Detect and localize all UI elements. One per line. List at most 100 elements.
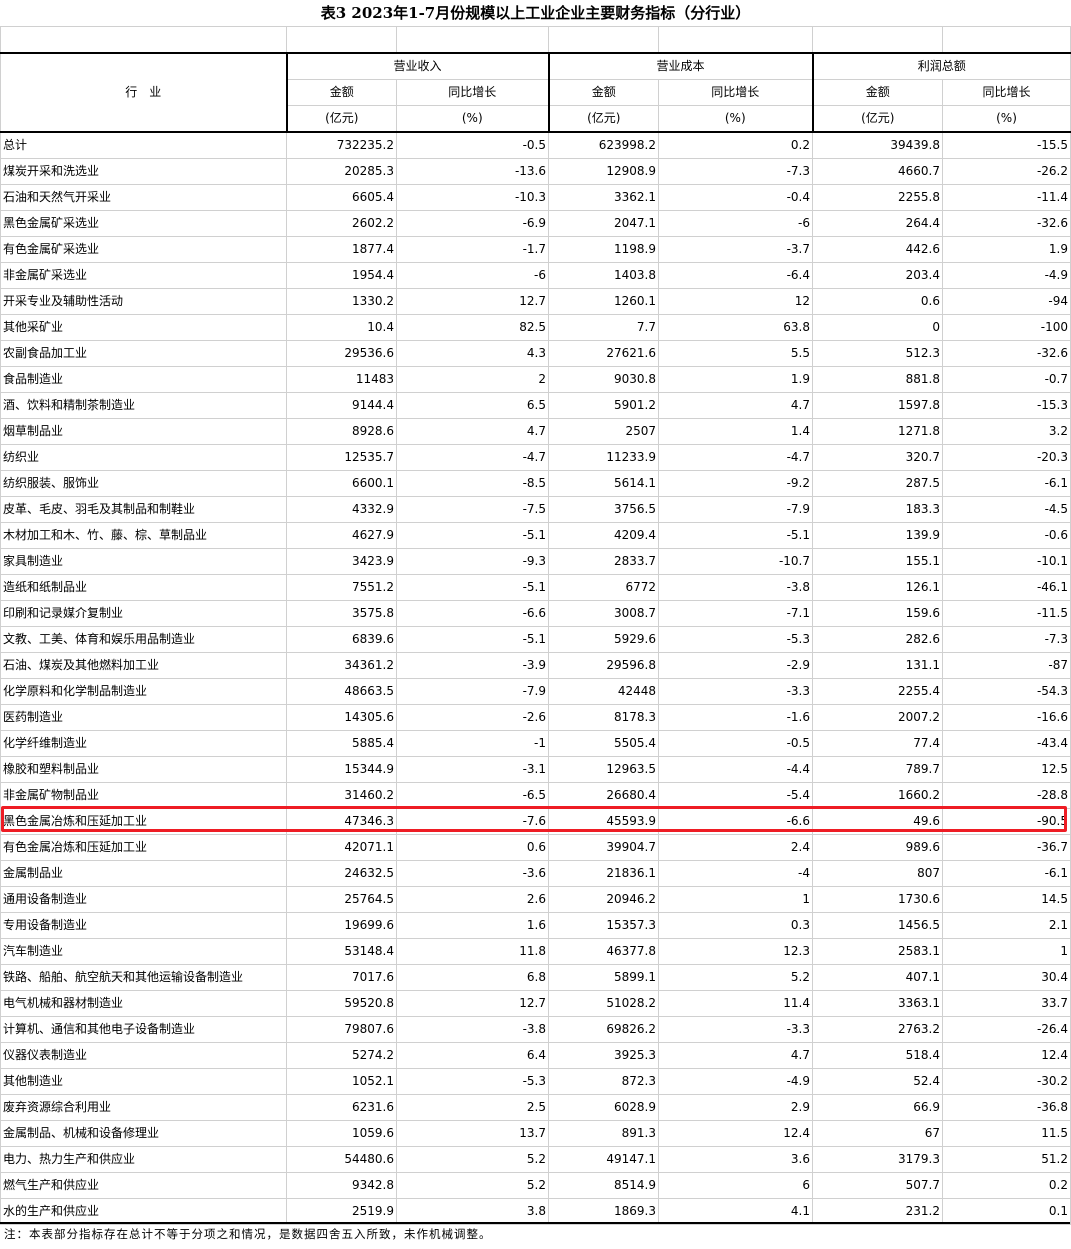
table-row: 金属制品、机械和设备修理业 1059.6 13.7 891.3 12.4 67 11.5: [0, 1120, 1071, 1147]
cost-growth: 12.4: [658, 1120, 813, 1147]
table-row: 文教、工美、体育和娱乐用品制造业 6839.6 -5.1 5929.6 -5.3 282.…: [0, 626, 1071, 653]
industry-name: 总计: [0, 131, 287, 159]
table-row: 酒、饮料和精制茶制造业 9144.4 6.5 5901.2 4.7 1597.8 -15.3: [0, 392, 1071, 419]
revenue-amount: 1330.2: [286, 288, 397, 315]
cost-growth: -3.3: [658, 678, 813, 705]
profit-amount: 39439.8: [812, 131, 943, 159]
revenue-amount: 6231.6: [286, 1094, 397, 1121]
profit-amount: 52.4: [812, 1068, 943, 1095]
cost-growth: 2.9: [658, 1094, 813, 1121]
table-row: 通用设备制造业 25764.5 2.6 20946.2 1 1730.6 14.5: [0, 886, 1071, 913]
revenue-growth: 4.3: [396, 340, 549, 367]
profit-growth: -90.5: [942, 808, 1071, 835]
profit-growth: 11.5: [942, 1120, 1071, 1147]
cost-amount: 45593.9: [548, 808, 659, 835]
cost-amount: 9030.8: [548, 366, 659, 393]
revenue-amount: 79807.6: [286, 1016, 397, 1043]
table-row: 食品制造业 11483 2 9030.8 1.9 881.8 -0.7: [0, 366, 1071, 393]
profit-amount: 507.7: [812, 1172, 943, 1199]
profit-growth: -16.6: [942, 704, 1071, 731]
profit-amount: 131.1: [812, 652, 943, 679]
cost-growth: 11.4: [658, 990, 813, 1017]
table-row: 废弃资源综合利用业 6231.6 2.5 6028.9 2.9 66.9 -36.8: [0, 1094, 1071, 1121]
profit-amount: 139.9: [812, 522, 943, 549]
revenue-growth: -3.1: [396, 756, 549, 783]
profit-amount: 881.8: [812, 366, 943, 393]
cost-amount: 6772: [548, 574, 659, 601]
profit-growth: -32.6: [942, 340, 1071, 367]
industry-name: 仪器仪表制造业: [0, 1042, 287, 1069]
revenue-amount: 1877.4: [286, 236, 397, 263]
profit-growth: 51.2: [942, 1146, 1071, 1173]
revenue-growth: -5.1: [396, 522, 549, 549]
profit-amount: 2255.8: [812, 184, 943, 211]
table-row: 纺织业 12535.7 -4.7 11233.9 -4.7 320.7 -20.3: [0, 444, 1071, 471]
profit-growth: 33.7: [942, 990, 1071, 1017]
table-row: 有色金属冶炼和压延加工业 42071.1 0.6 39904.7 2.4 989.6 -36…: [0, 834, 1071, 861]
table-row: 橡胶和塑料制品业 15344.9 -3.1 12963.5 -4.4 789.7 12.5: [0, 756, 1071, 783]
cost-amount: 12963.5: [548, 756, 659, 783]
profit-growth: -4.9: [942, 262, 1071, 289]
revenue-amount: 1059.6: [286, 1120, 397, 1147]
profit-amount: 789.7: [812, 756, 943, 783]
growth-unit: (%): [658, 105, 813, 133]
revenue-growth: -9.3: [396, 548, 549, 575]
amount-unit: (亿元): [547, 105, 659, 133]
profit-growth: -46.1: [942, 574, 1071, 601]
cost-amount: 891.3: [548, 1120, 659, 1147]
cost-amount: 11233.9: [548, 444, 659, 471]
cost-growth: 0.3: [658, 912, 813, 939]
cost-growth: 5.5: [658, 340, 813, 367]
cost-amount: 2507: [548, 418, 659, 445]
profit-amount: 231.2: [812, 1198, 943, 1225]
industry-name: 非金属矿物制品业: [0, 782, 287, 809]
profit-growth: -0.7: [942, 366, 1071, 393]
profit-growth: -10.1: [942, 548, 1071, 575]
profit-amount: 3363.1: [812, 990, 943, 1017]
cost-amount: 15357.3: [548, 912, 659, 939]
profit-amount: 320.7: [812, 444, 943, 471]
profit-amount: 989.6: [812, 834, 943, 861]
profit-growth: -20.3: [942, 444, 1071, 471]
cost-growth: 12.3: [658, 938, 813, 965]
revenue-growth: 2: [396, 366, 549, 393]
cost-amount: 46377.8: [548, 938, 659, 965]
cost-growth: -4: [658, 860, 813, 887]
revenue-growth: 11.8: [396, 938, 549, 965]
cost-growth: 4.1: [658, 1198, 813, 1225]
table-row: 化学纤维制造业 5885.4 -1 5505.4 -0.5 77.4 -43.4: [0, 730, 1071, 757]
revenue-amount: 9342.8: [286, 1172, 397, 1199]
revenue-amount: 5274.2: [286, 1042, 397, 1069]
revenue-growth: 12.7: [396, 288, 549, 315]
cost-growth: -5.4: [658, 782, 813, 809]
profit-growth: -30.2: [942, 1068, 1071, 1095]
cost-growth: -3.7: [658, 236, 813, 263]
revenue-growth: -7.5: [396, 496, 549, 523]
profit-amount: 183.3: [812, 496, 943, 523]
table-row: 水的生产和供应业 2519.9 3.8 1869.3 4.1 231.2 0.1: [0, 1198, 1071, 1225]
revenue-growth: 82.5: [396, 314, 549, 341]
industry-name: 铁路、船舶、航空航天和其他运输设备制造业: [0, 964, 287, 991]
table-row: 煤炭开采和洗选业 20285.3 -13.6 12908.9 -7.3 4660.7 -26…: [0, 158, 1071, 185]
profit-amount: 442.6: [812, 236, 943, 263]
revenue-growth: 4.7: [396, 418, 549, 445]
cost-amount: 29596.8: [548, 652, 659, 679]
profit-growth: -7.3: [942, 626, 1071, 653]
cost-amount: 26680.4: [548, 782, 659, 809]
revenue-amount: 11483: [286, 366, 397, 393]
industry-name: 金属制品、机械和设备修理业: [0, 1120, 287, 1147]
profit-amount: 1730.6: [812, 886, 943, 913]
profit-growth: 1: [942, 938, 1071, 965]
revenue-amount: 6605.4: [286, 184, 397, 211]
group-header-profit: 利润总额: [811, 52, 1071, 80]
profit-growth: -36.8: [942, 1094, 1071, 1121]
amount-unit: (亿元): [285, 105, 397, 133]
profit-growth: 30.4: [942, 964, 1071, 991]
revenue-amount: 1954.4: [286, 262, 397, 289]
table-row: 非金属矿采选业 1954.4 -6 1403.8 -6.4 203.4 -4.9: [0, 262, 1071, 289]
revenue-amount: 14305.6: [286, 704, 397, 731]
industry-name: 其他采矿业: [0, 314, 287, 341]
revenue-growth: 2.5: [396, 1094, 549, 1121]
table-row: 非金属矿物制品业 31460.2 -6.5 26680.4 -5.4 1660.2 -28.…: [0, 782, 1071, 809]
industry-name: 电力、热力生产和供应业: [0, 1146, 287, 1173]
